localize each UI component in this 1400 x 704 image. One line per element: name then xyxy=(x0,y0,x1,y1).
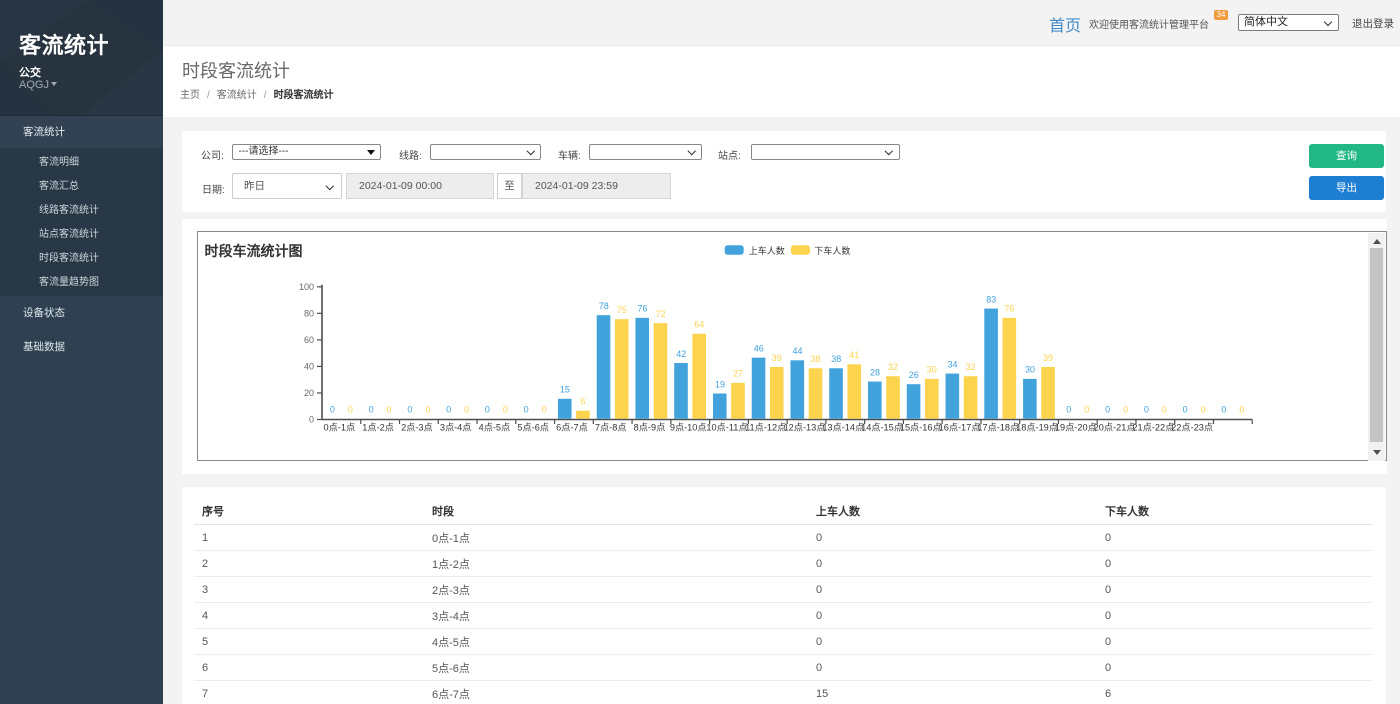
svg-text:0: 0 xyxy=(387,405,392,415)
svg-text:16点-17点: 16点-17点 xyxy=(939,423,981,433)
svg-text:0: 0 xyxy=(1084,405,1089,415)
svg-text:46: 46 xyxy=(754,343,764,353)
svg-text:0: 0 xyxy=(1201,405,1206,415)
svg-text:5点-6点: 5点-6点 xyxy=(517,423,549,433)
svg-text:6: 6 xyxy=(580,397,585,407)
svg-text:8点-9点: 8点-9点 xyxy=(634,423,666,433)
svg-text:20: 20 xyxy=(304,388,314,398)
svg-text:0: 0 xyxy=(503,405,508,415)
svg-text:时段车流统计图: 时段车流统计图 xyxy=(205,243,303,259)
svg-text:0: 0 xyxy=(542,405,547,415)
svg-text:0: 0 xyxy=(425,405,430,415)
svg-text:11点-12点: 11点-12点 xyxy=(745,423,786,433)
svg-text:0: 0 xyxy=(524,405,529,415)
svg-text:38: 38 xyxy=(810,354,820,364)
svg-text:80: 80 xyxy=(304,309,314,319)
svg-text:下车人数: 下车人数 xyxy=(814,245,850,256)
svg-text:44: 44 xyxy=(792,346,802,356)
svg-text:26: 26 xyxy=(909,370,919,380)
svg-text:0: 0 xyxy=(1183,405,1188,415)
svg-text:76: 76 xyxy=(1004,304,1014,314)
svg-text:42: 42 xyxy=(676,349,686,359)
svg-text:7点-8点: 7点-8点 xyxy=(595,423,627,433)
svg-text:0: 0 xyxy=(1144,405,1149,415)
svg-text:0: 0 xyxy=(330,405,335,415)
svg-text:0: 0 xyxy=(464,405,469,415)
svg-text:0: 0 xyxy=(348,405,353,415)
svg-text:21点-22点: 21点-22点 xyxy=(1132,423,1174,433)
svg-text:32: 32 xyxy=(966,362,976,372)
svg-text:34: 34 xyxy=(948,359,958,369)
svg-text:0: 0 xyxy=(1123,405,1128,415)
svg-text:17点-18点: 17点-18点 xyxy=(977,423,1019,433)
svg-text:41: 41 xyxy=(849,350,859,360)
svg-text:0: 0 xyxy=(485,405,490,415)
svg-text:0: 0 xyxy=(1239,405,1244,415)
svg-text:30: 30 xyxy=(1025,365,1035,375)
svg-text:60: 60 xyxy=(304,335,314,345)
svg-text:0: 0 xyxy=(446,405,451,415)
svg-text:0: 0 xyxy=(309,415,314,425)
svg-text:0: 0 xyxy=(1162,405,1167,415)
svg-text:上车人数: 上车人数 xyxy=(749,245,785,256)
svg-text:32: 32 xyxy=(888,362,898,372)
svg-text:64: 64 xyxy=(694,320,704,330)
svg-text:15点-16点: 15点-16点 xyxy=(900,423,942,433)
svg-text:13点-14点: 13点-14点 xyxy=(822,423,864,433)
svg-text:83: 83 xyxy=(986,294,996,304)
svg-text:0点-1点: 0点-1点 xyxy=(324,423,356,433)
svg-text:6点-7点: 6点-7点 xyxy=(556,423,588,433)
svg-text:14点-15点: 14点-15点 xyxy=(861,423,903,433)
svg-text:76: 76 xyxy=(637,304,647,314)
svg-text:0: 0 xyxy=(369,405,374,415)
svg-text:39: 39 xyxy=(772,353,782,363)
svg-text:20点-21点: 20点-21点 xyxy=(1094,423,1136,433)
svg-text:72: 72 xyxy=(655,309,665,319)
svg-text:0: 0 xyxy=(1105,405,1110,415)
svg-text:10点-11点: 10点-11点 xyxy=(706,423,747,433)
svg-text:75: 75 xyxy=(617,305,627,315)
svg-text:28: 28 xyxy=(870,367,880,377)
svg-text:78: 78 xyxy=(599,301,609,311)
svg-text:0: 0 xyxy=(1221,405,1226,415)
svg-text:19: 19 xyxy=(715,379,725,389)
svg-text:38: 38 xyxy=(831,354,841,364)
svg-text:18点-19点: 18点-19点 xyxy=(1016,423,1058,433)
svg-text:4点-5点: 4点-5点 xyxy=(479,423,511,433)
svg-text:19点-20点: 19点-20点 xyxy=(1055,423,1097,433)
svg-text:27: 27 xyxy=(733,369,743,379)
svg-text:22点-23点: 22点-23点 xyxy=(1171,423,1213,433)
svg-text:100: 100 xyxy=(299,282,314,292)
svg-text:2点-3点: 2点-3点 xyxy=(401,423,433,433)
svg-text:15: 15 xyxy=(560,385,570,395)
svg-text:40: 40 xyxy=(304,362,314,372)
svg-text:1点-2点: 1点-2点 xyxy=(362,423,394,433)
svg-text:0: 0 xyxy=(407,405,412,415)
svg-text:12点-13点: 12点-13点 xyxy=(784,423,826,433)
svg-text:9点-10点: 9点-10点 xyxy=(670,423,707,433)
svg-text:0: 0 xyxy=(1066,405,1071,415)
svg-text:30: 30 xyxy=(927,365,937,375)
svg-text:39: 39 xyxy=(1043,353,1053,363)
svg-text:3点-4点: 3点-4点 xyxy=(440,423,472,433)
